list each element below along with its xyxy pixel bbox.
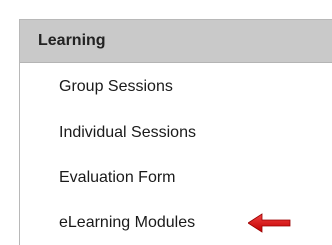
learning-menu-list: Group Sessions Individual Sessions Evalu… — [20, 63, 332, 245]
red-left-arrow-icon — [248, 212, 291, 233]
menu-item-group-sessions[interactable]: Group Sessions — [20, 63, 332, 110]
menu-item-label: eLearning Modules — [59, 213, 196, 231]
panel-title: Learning — [38, 32, 106, 49]
menu-item-label: Evaluation Form — [59, 168, 176, 186]
menu-item-label: Individual Sessions — [59, 123, 196, 141]
menu-item-evaluation-form[interactable]: Evaluation Form — [20, 155, 332, 200]
menu-item-label: Group Sessions — [59, 77, 173, 95]
menu-item-individual-sessions[interactable]: Individual Sessions — [20, 110, 332, 155]
menu-item-elearning-modules[interactable]: eLearning Modules — [20, 200, 332, 245]
panel-header: Learning — [20, 20, 332, 63]
learning-menu-panel: Learning Group Sessions Individual Sessi… — [19, 19, 332, 245]
screenshot-stage: Learning Group Sessions Individual Sessi… — [0, 0, 332, 245]
